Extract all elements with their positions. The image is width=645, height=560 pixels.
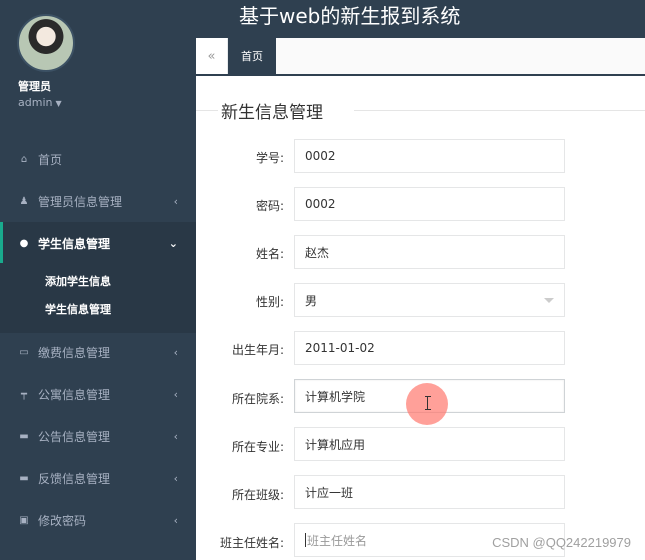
- headteacher-placeholder: 班主任姓名: [307, 533, 368, 548]
- password-input[interactable]: 0002: [294, 187, 565, 221]
- birth-date-input[interactable]: 2011-01-02: [294, 331, 565, 365]
- user-role-label: admin: [18, 96, 53, 109]
- lock-icon: ▣: [19, 514, 29, 526]
- user-name: 管理员: [18, 80, 51, 93]
- select-caret-down-icon: [544, 298, 554, 303]
- field-label-gender: 性别:: [255, 295, 284, 309]
- tab-bar: « 首页: [196, 38, 645, 76]
- name-input[interactable]: 赵杰: [294, 235, 565, 269]
- field-label-class: 所在班级:: [231, 488, 284, 502]
- major-input[interactable]: 计算机应用: [294, 427, 565, 461]
- user-role-dropdown[interactable]: admin ▼: [18, 96, 62, 109]
- sidebar: 管理员 admin ▼ ⌂ 首页 ♟ 管理员信息管理 ‹ ● 学生信息管理 ⌄ 添…: [0, 0, 196, 560]
- text-caret: [305, 533, 306, 547]
- submenu-item-add-student[interactable]: 添加学生信息: [45, 273, 111, 289]
- chevron-left-icon: ‹: [173, 471, 178, 485]
- student-id-input[interactable]: 0002: [294, 139, 565, 173]
- field-label-student-id: 学号:: [255, 151, 284, 165]
- feedback-icon: ▬: [19, 472, 29, 484]
- sidebar-item-label: 反馈信息管理: [38, 471, 111, 486]
- sidebar-item-label: 修改密码: [38, 513, 87, 528]
- ibeam-cursor-icon: [425, 396, 431, 410]
- field-label-password: 密码:: [255, 199, 284, 213]
- caret-down-icon: ▼: [55, 99, 62, 108]
- tab-home[interactable]: 首页: [228, 38, 276, 74]
- top-header: 基于web的新生报到系统: [196, 0, 645, 38]
- field-label-name: 姓名:: [255, 247, 284, 261]
- field-label-major: 所在专业:: [231, 440, 284, 454]
- page-title: 新生信息管理: [221, 103, 323, 123]
- field-label-college: 所在院系:: [231, 392, 284, 406]
- avatar[interactable]: [17, 14, 75, 72]
- gender-select-value: 男: [305, 293, 318, 308]
- field-label-headteacher: 班主任姓名:: [219, 536, 284, 550]
- chevron-left-icon: ‹: [173, 513, 178, 527]
- field-label-birth: 出生年月:: [231, 343, 284, 357]
- watermark: CSDN @QQ242219979: [492, 535, 631, 550]
- gender-select[interactable]: 男: [294, 283, 565, 317]
- double-chevron-left-icon[interactable]: «: [196, 38, 228, 74]
- app-title: 基于web的新生报到系统: [239, 4, 461, 28]
- class-input[interactable]: 计应一班: [294, 475, 565, 509]
